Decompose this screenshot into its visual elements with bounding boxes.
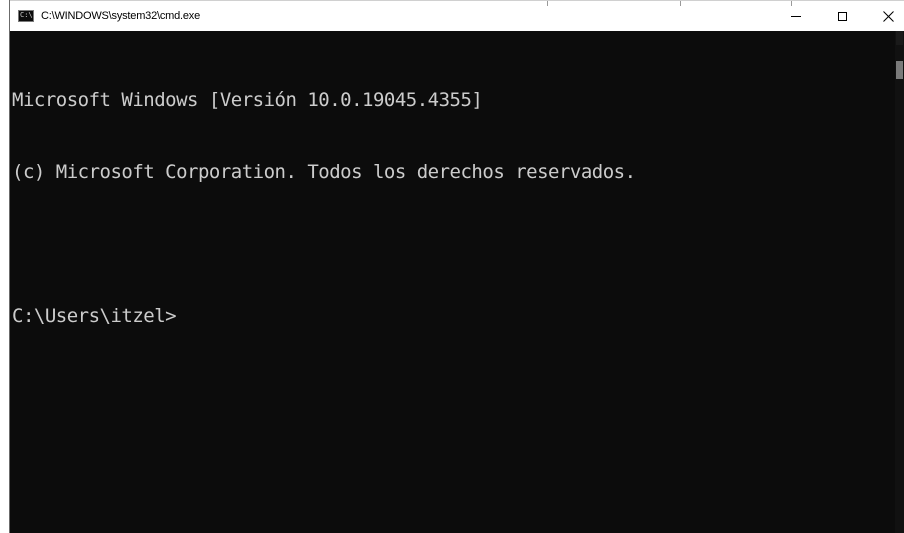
close-icon (882, 10, 894, 22)
scroll-up-arrow[interactable] (896, 31, 903, 45)
window-title: C:\WINDOWS\system32\cmd.exe (41, 10, 201, 22)
minimize-icon (791, 15, 801, 17)
divider-tick (680, 1, 681, 6)
divider-tick (547, 1, 548, 6)
command-prompt[interactable]: C:\Users\itzel> (12, 304, 892, 328)
scrollbar-thumb[interactable] (896, 61, 903, 79)
cmd-window: C:\ C:\WINDOWS\system32\cmd.exe Microsof… (9, 0, 904, 533)
cmd-icon-glyph: C:\ (20, 11, 33, 19)
maximize-icon (837, 11, 847, 21)
cmd-app-icon[interactable]: C:\ (18, 10, 34, 22)
minimize-button[interactable] (773, 1, 819, 31)
console-line: Microsoft Windows [Versión 10.0.19045.43… (12, 89, 483, 111)
maximize-button[interactable] (819, 1, 865, 31)
console-line: (c) Microsoft Corporation. Todos los der… (12, 161, 636, 183)
console-output[interactable]: Microsoft Windows [Versión 10.0.19045.43… (12, 40, 892, 530)
vertical-scrollbar[interactable] (895, 31, 904, 533)
title-bar[interactable]: C:\ C:\WINDOWS\system32\cmd.exe (10, 0, 904, 31)
close-button[interactable] (865, 1, 904, 31)
